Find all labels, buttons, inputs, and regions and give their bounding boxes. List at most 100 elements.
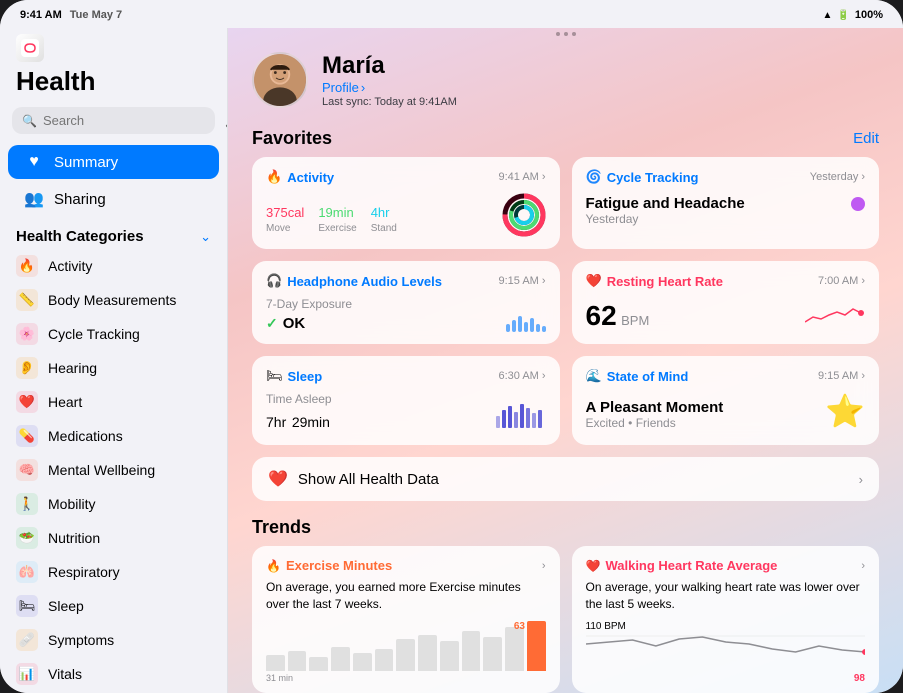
sleep-icon: 🛏 bbox=[16, 595, 38, 617]
sidebar-item-nutrition[interactable]: 🥗 Nutrition bbox=[0, 521, 227, 555]
sidebar-item-activity[interactable]: 🔥 Activity bbox=[0, 249, 227, 283]
symptoms-label: Symptoms bbox=[48, 632, 114, 648]
sleep-minutes: 29 bbox=[292, 414, 308, 430]
search-input[interactable] bbox=[43, 113, 219, 128]
headphone-chevron-icon: › bbox=[542, 275, 546, 287]
sleep-card-title: Sleep bbox=[288, 369, 323, 384]
heart-rate-sparkline bbox=[805, 297, 865, 332]
state-of-mind-chevron-icon: › bbox=[861, 370, 865, 382]
health-categories-header[interactable]: Health Categories ⌄ bbox=[0, 218, 227, 249]
status-bar: 9:41 AM Tue May 7 ▲ 🔋 100% bbox=[0, 0, 903, 28]
walking-hr-chart: 110 BPM 98 bbox=[586, 621, 866, 681]
medications-icon: 💊 bbox=[16, 425, 38, 447]
sidebar-item-symptoms[interactable]: 🩹 Symptoms bbox=[0, 623, 227, 657]
state-of-mind-sublabel: Excited • Friends bbox=[586, 416, 724, 430]
walking-hr-chevron-icon: › bbox=[861, 560, 865, 572]
nutrition-label: Nutrition bbox=[48, 530, 100, 546]
activity-icon: 🔥 bbox=[16, 255, 38, 277]
sidebar-item-vitals[interactable]: 📊 Vitals bbox=[0, 657, 227, 691]
sidebar-app-title: Health bbox=[0, 66, 227, 97]
sidebar-item-respiratory[interactable]: 🫁 Respiratory bbox=[0, 555, 227, 589]
headphone-card-icon: 🎧 bbox=[266, 273, 282, 289]
vitals-label: Vitals bbox=[48, 666, 82, 682]
trends-grid: 🔥 Exercise Minutes › On average, you ear… bbox=[228, 546, 903, 693]
sidebar-item-summary[interactable]: ♥ Summary bbox=[8, 145, 219, 179]
sidebar-item-mobility[interactable]: 🚶 Mobility bbox=[0, 487, 227, 521]
ok-checkmark-icon: ✓ bbox=[266, 315, 278, 332]
favorites-section-header: Favorites Edit bbox=[228, 122, 903, 157]
heart-rate-title: Resting Heart Rate bbox=[607, 274, 723, 289]
body-measurements-icon: 📏 bbox=[16, 289, 38, 311]
sidebar-item-sleep[interactable]: 🛏 Sleep bbox=[0, 589, 227, 623]
sleep-card[interactable]: 🛏 Sleep 6:30 AM › Time Asleep 7hr 29mi bbox=[252, 356, 560, 445]
walking-hr-description: On average, your walking heart rate was … bbox=[586, 579, 866, 613]
move-label: Move bbox=[266, 223, 304, 234]
profile-name: María bbox=[322, 52, 457, 80]
profile-link[interactable]: Profile › bbox=[322, 80, 457, 95]
cycle-chevron-icon: › bbox=[861, 171, 865, 183]
sidebar-item-medications[interactable]: 💊 Medications bbox=[0, 419, 227, 453]
sidebar-item-mental-wellbeing[interactable]: 🧠 Mental Wellbeing bbox=[0, 453, 227, 487]
cycle-card-time: Yesterday bbox=[810, 171, 859, 183]
search-bar[interactable]: 🔍 🎤 bbox=[12, 107, 215, 134]
three-dots bbox=[228, 28, 903, 36]
exercise-trend-chevron-icon: › bbox=[542, 560, 546, 572]
state-of-mind-emoji: ⭐ bbox=[825, 392, 865, 430]
sidebar-item-hearing[interactable]: 👂 Hearing bbox=[0, 351, 227, 385]
stand-label: Stand bbox=[371, 223, 397, 234]
headphone-exposure-label: 7-Day Exposure bbox=[266, 297, 352, 311]
activity-card-time: 9:41 AM bbox=[498, 171, 538, 183]
sidebar-item-sharing[interactable]: 👥 Sharing bbox=[8, 181, 219, 217]
exercise-trend-description: On average, you earned more Exercise min… bbox=[266, 579, 546, 613]
sleep-card-time: 6:30 AM bbox=[498, 370, 538, 382]
headphone-card-title: Headphone Audio Levels bbox=[287, 274, 442, 289]
battery-icon: 🔋 bbox=[837, 10, 849, 21]
edit-button[interactable]: Edit bbox=[853, 130, 879, 147]
cycle-card-icon: 🌀 bbox=[586, 169, 602, 185]
heart-rate-card[interactable]: ❤️ Resting Heart Rate 7:00 AM › 62 BPM bbox=[572, 261, 880, 344]
nutrition-icon: 🥗 bbox=[16, 527, 38, 549]
heart-show-all-icon: ❤️ bbox=[268, 469, 288, 489]
medications-label: Medications bbox=[48, 428, 123, 444]
hearing-label: Hearing bbox=[48, 360, 97, 376]
sleep-bar-chart bbox=[496, 398, 546, 433]
chevron-down-icon: ⌄ bbox=[200, 229, 211, 245]
summary-icon: ♥ bbox=[24, 153, 44, 171]
sidebar-item-cycle-tracking[interactable]: 🌸 Cycle Tracking bbox=[0, 317, 227, 351]
state-of-mind-title: State of Mind bbox=[607, 369, 689, 384]
sleep-hours: 7 bbox=[266, 414, 274, 430]
sidebar-item-body-measurements[interactable]: 📏 Body Measurements bbox=[0, 283, 227, 317]
exposure-bars bbox=[506, 304, 546, 332]
mental-wellbeing-label: Mental Wellbeing bbox=[48, 462, 155, 478]
activity-card[interactable]: 🔥 Activity 9:41 AM › 375cal bbox=[252, 157, 560, 249]
exercise-chart-baseline-label: 31 min bbox=[266, 673, 293, 683]
headphone-card[interactable]: 🎧 Headphone Audio Levels 9:15 AM › 7-Day… bbox=[252, 261, 560, 344]
exercise-bar-chart: 63 min bbox=[266, 621, 546, 681]
hr-chart-bottom-value: 98 bbox=[854, 673, 865, 684]
heart-rate-time: 7:00 AM bbox=[818, 275, 858, 287]
exercise-trend-card[interactable]: 🔥 Exercise Minutes › On average, you ear… bbox=[252, 546, 560, 693]
move-value: 375 bbox=[266, 205, 288, 220]
sleep-chevron-icon: › bbox=[542, 370, 546, 382]
body-measurements-label: Body Measurements bbox=[48, 292, 176, 308]
sidebar-item-heart[interactable]: ❤️ Heart bbox=[0, 385, 227, 419]
cycle-date: Yesterday bbox=[586, 212, 745, 226]
cycle-tracking-card[interactable]: 🌀 Cycle Tracking Yesterday › Fatigue and… bbox=[572, 157, 880, 249]
hearing-icon: 👂 bbox=[16, 357, 38, 379]
profile-header: María Profile › Last sync: Today at 9:41… bbox=[228, 36, 903, 122]
sharing-label: Sharing bbox=[54, 191, 106, 208]
activity-rings bbox=[502, 193, 546, 237]
show-all-chevron-icon: › bbox=[859, 472, 863, 487]
avatar bbox=[252, 52, 308, 108]
show-all-health-data[interactable]: ❤️ Show All Health Data › bbox=[252, 457, 879, 501]
battery-percent: 100% bbox=[855, 9, 883, 21]
cycle-indicator bbox=[851, 197, 865, 211]
activity-card-title: Activity bbox=[287, 170, 334, 185]
state-of-mind-card[interactable]: 🌊 State of Mind 9:15 AM › A Pleasant Mom… bbox=[572, 356, 880, 445]
exercise-trend-title: Exercise Minutes bbox=[286, 558, 392, 573]
sleep-hours-unit: hr bbox=[274, 414, 286, 430]
sleep-label: Time Asleep bbox=[266, 392, 332, 406]
walking-hr-icon: ❤️ bbox=[586, 559, 601, 573]
heart-icon: ❤️ bbox=[16, 391, 38, 413]
heart-rate-trend-card[interactable]: ❤️ Walking Heart Rate Average › On avera… bbox=[572, 546, 880, 693]
